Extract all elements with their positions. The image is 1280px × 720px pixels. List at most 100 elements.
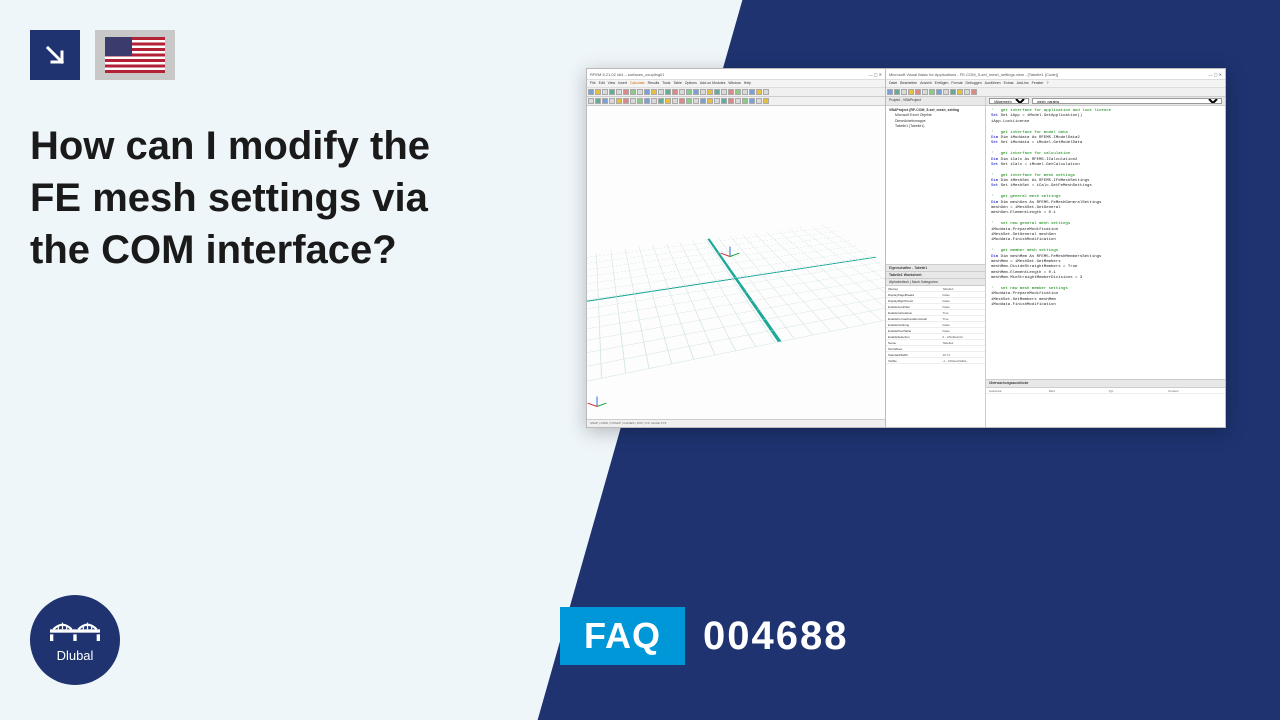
prop-row[interactable]: Visible-1 - xlSheetVisible — [886, 358, 985, 364]
tool-icon[interactable] — [894, 89, 900, 95]
tool-icon[interactable] — [616, 89, 622, 95]
vba-menu-item[interactable]: ? — [1047, 81, 1049, 86]
tool-icon[interactable] — [679, 89, 685, 95]
tool-icon[interactable] — [749, 98, 755, 104]
tool-icon[interactable] — [623, 89, 629, 95]
rfem-menu-item[interactable]: View — [608, 81, 616, 86]
tool-icon[interactable] — [915, 89, 921, 95]
tool-icon[interactable] — [721, 98, 727, 104]
tool-icon[interactable] — [714, 98, 720, 104]
tree-node[interactable]: Tabelle1 (Tabelle1) — [889, 124, 982, 129]
rfem-menu-item[interactable]: Table — [673, 81, 681, 86]
rfem-viewport[interactable] — [587, 106, 885, 419]
tool-icon[interactable] — [714, 89, 720, 95]
tool-icon[interactable] — [971, 89, 977, 95]
rfem-titlebar[interactable]: RFEM 5.21.02 x64 – surfaces_coupling01 —… — [587, 69, 885, 80]
vba-menu-item[interactable]: Datei — [889, 81, 897, 86]
tool-icon[interactable] — [728, 89, 734, 95]
tool-icon[interactable] — [756, 98, 762, 104]
tool-icon[interactable] — [686, 98, 692, 104]
tool-icon[interactable] — [630, 98, 636, 104]
tool-icon[interactable] — [763, 89, 769, 95]
tool-icon[interactable] — [721, 89, 727, 95]
tool-icon[interactable] — [686, 89, 692, 95]
properties-tabs[interactable]: Alphabetisch | Nach Kategorien — [886, 279, 985, 286]
tool-icon[interactable] — [700, 89, 706, 95]
vba-menu-item[interactable]: Ausführen — [985, 81, 1001, 86]
tool-icon[interactable] — [964, 89, 970, 95]
properties-grid[interactable]: (Name)Tabelle1DisplayPageBreaksFalseDisp… — [886, 286, 985, 427]
tool-icon[interactable] — [693, 98, 699, 104]
proc-combo[interactable]: mesh_params — [1032, 98, 1222, 104]
rfem-menu-item[interactable]: Add-on Modules — [700, 81, 726, 86]
rfem-menu-item[interactable]: Help — [744, 81, 751, 86]
rfem-menu-item[interactable]: Edit — [599, 81, 605, 86]
tool-icon[interactable] — [749, 89, 755, 95]
project-tree[interactable]: VBAProject (RF-COM_5-set_mesh_setting Mi… — [886, 106, 985, 264]
tool-icon[interactable] — [943, 89, 949, 95]
tool-icon[interactable] — [763, 98, 769, 104]
tool-icon[interactable] — [595, 89, 601, 95]
tool-icon[interactable] — [644, 98, 650, 104]
tool-icon[interactable] — [679, 98, 685, 104]
tool-icon[interactable] — [630, 89, 636, 95]
watch-grid[interactable]: Ausdruck Wert Typ Kontext — [986, 388, 1225, 427]
tool-icon[interactable] — [602, 98, 608, 104]
tool-icon[interactable] — [887, 89, 893, 95]
rfem-menu-item[interactable]: Insert — [618, 81, 627, 86]
vba-menu-item[interactable]: Debuggen — [966, 81, 982, 86]
vba-titlebar[interactable]: Microsoft Visual Basic for Applications … — [886, 69, 1225, 80]
window-controls-icon[interactable]: — ▢ ✕ — [1209, 72, 1222, 77]
tool-icon[interactable] — [588, 89, 594, 95]
tool-icon[interactable] — [644, 89, 650, 95]
tool-icon[interactable] — [728, 98, 734, 104]
tool-icon[interactable] — [637, 89, 643, 95]
rfem-menu-item[interactable]: Results — [648, 81, 660, 86]
rfem-menu-item[interactable]: Options — [685, 81, 697, 86]
tool-icon[interactable] — [651, 89, 657, 95]
vba-menu-item[interactable]: Ansicht — [920, 81, 931, 86]
tool-icon[interactable] — [665, 98, 671, 104]
tool-icon[interactable] — [616, 98, 622, 104]
tool-icon[interactable] — [700, 98, 706, 104]
tool-icon[interactable] — [957, 89, 963, 95]
tool-icon[interactable] — [742, 98, 748, 104]
vba-menu-item[interactable]: Add-Ins — [1017, 81, 1029, 86]
tool-icon[interactable] — [756, 89, 762, 95]
tool-icon[interactable] — [922, 89, 928, 95]
tool-icon[interactable] — [908, 89, 914, 95]
vba-menu-item[interactable]: Bearbeiten — [900, 81, 917, 86]
tool-icon[interactable] — [609, 89, 615, 95]
rfem-menu-item[interactable]: File — [590, 81, 596, 86]
rfem-toolbar-1[interactable] — [587, 88, 885, 97]
rfem-menu-item-active[interactable]: Calculate — [630, 81, 645, 86]
vba-menubar[interactable]: Datei Bearbeiten Ansicht Einfügen Format… — [886, 80, 1225, 88]
vba-menu-item[interactable]: Einfügen — [935, 81, 949, 86]
tool-icon[interactable] — [588, 98, 594, 104]
tool-icon[interactable] — [950, 89, 956, 95]
tool-icon[interactable] — [735, 89, 741, 95]
rfem-menu-item[interactable]: Window — [728, 81, 740, 86]
tool-icon[interactable] — [595, 98, 601, 104]
tool-icon[interactable] — [693, 89, 699, 95]
vba-menu-item[interactable]: Fenster — [1032, 81, 1044, 86]
tool-icon[interactable] — [672, 89, 678, 95]
tool-icon[interactable] — [672, 98, 678, 104]
vba-menu-item[interactable]: Format — [951, 81, 962, 86]
rfem-menubar[interactable]: File Edit View Insert Calculate Results … — [587, 80, 885, 88]
window-controls-icon[interactable]: — ▢ ✕ — [869, 72, 882, 77]
vba-menu-item[interactable]: Extras — [1004, 81, 1014, 86]
tool-icon[interactable] — [609, 98, 615, 104]
object-combo[interactable]: (Allgemein) — [989, 98, 1029, 104]
tool-icon[interactable] — [929, 89, 935, 95]
tool-icon[interactable] — [637, 98, 643, 104]
rfem-menu-item[interactable]: Tools — [662, 81, 670, 86]
rfem-toolbar-2[interactable] — [587, 97, 885, 106]
tool-icon[interactable] — [742, 89, 748, 95]
tool-icon[interactable] — [735, 98, 741, 104]
tool-icon[interactable] — [623, 98, 629, 104]
code-editor[interactable]: ' get interface for application and lock… — [986, 106, 1225, 379]
tool-icon[interactable] — [602, 89, 608, 95]
tool-icon[interactable] — [707, 89, 713, 95]
tool-icon[interactable] — [651, 98, 657, 104]
